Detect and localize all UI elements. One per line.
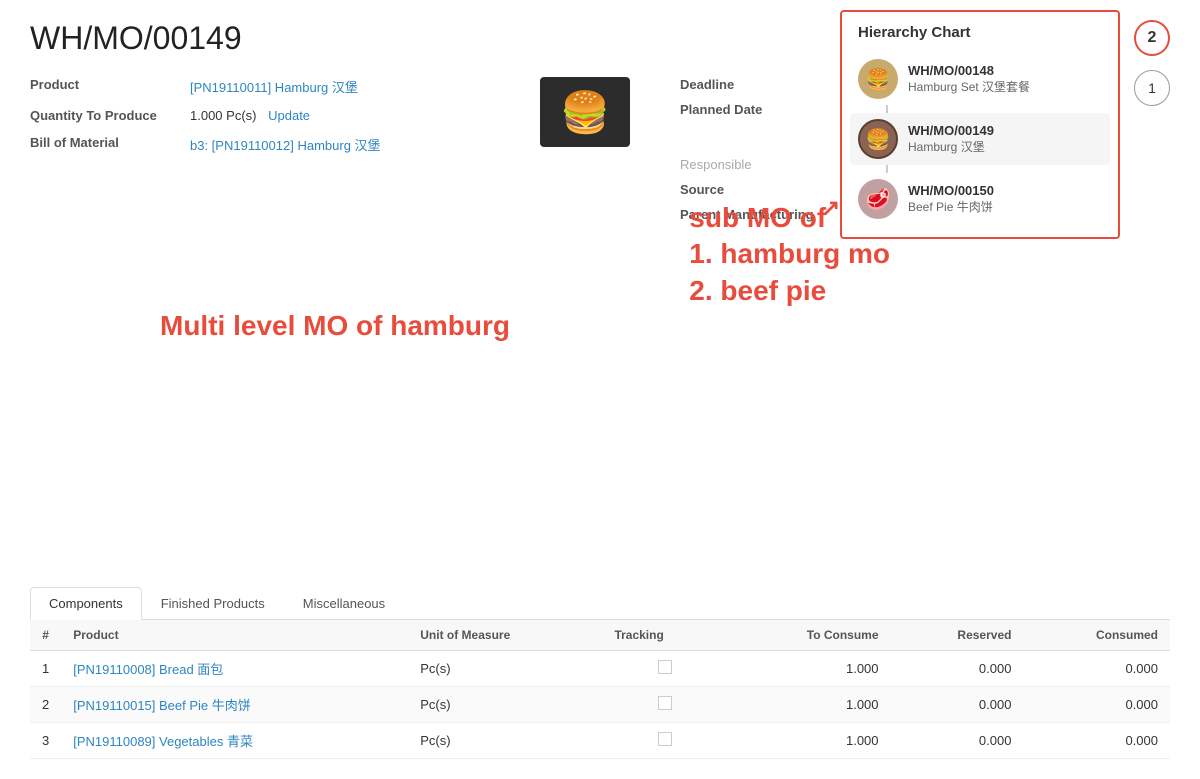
badge-circle-1[interactable]: 1	[1134, 70, 1170, 106]
col-header-tracking: Tracking	[602, 620, 727, 651]
col-header-num: #	[30, 620, 61, 651]
left-fields: Product [PN19110011] Hamburg 汉堡 Quantity…	[30, 77, 520, 232]
row3-reserved: 0.000	[891, 723, 1024, 759]
row2-checkbox[interactable]	[658, 696, 672, 710]
row1-product-link[interactable]: [PN19110008] Bread 面包	[73, 662, 223, 677]
product-value: [PN19110011] Hamburg 汉堡	[190, 77, 358, 96]
hierarchy-connector-2	[886, 165, 888, 173]
row1-to-consume: 1.000	[727, 651, 890, 687]
row1-checkbox[interactable]	[658, 660, 672, 674]
row2-consumed: 0.000	[1023, 687, 1170, 723]
hierarchy-connector-1	[886, 105, 888, 113]
col-header-to-consume: To Consume	[727, 620, 890, 651]
tabs-section: Components Finished Products Miscellaneo…	[30, 587, 1170, 759]
row2-reserved: 0.000	[891, 687, 1024, 723]
col-header-uom: Unit of Measure	[408, 620, 602, 651]
row3-to-consume: 1.000	[727, 723, 890, 759]
hierarchy-item-text-sibling: WH/MO/00150 Beef Pie 牛肉饼	[908, 183, 994, 215]
table-header-row: # Product Unit of Measure Tracking To Co…	[30, 620, 1170, 651]
badge-circle-2[interactable]: 2	[1134, 20, 1170, 56]
bom-value: b3: [PN19110012] Hamburg 汉堡	[190, 135, 381, 154]
tab-components[interactable]: Components	[30, 587, 142, 620]
row3-consumed: 0.000	[1023, 723, 1170, 759]
tabs-row: Components Finished Products Miscellaneo…	[30, 587, 1170, 620]
hierarchy-item-current[interactable]: 🍔 WH/MO/00149 Hamburg 汉堡	[850, 113, 1110, 165]
row1-tracking	[602, 651, 727, 687]
table-row: 2 [PN19110015] Beef Pie 牛肉饼 Pc(s) 1.000 …	[30, 687, 1170, 723]
bom-link[interactable]: b3: [PN19110012] Hamburg 汉堡	[190, 138, 381, 153]
hierarchy-item-text-parent: WH/MO/00148 Hamburg Set 汉堡套餐	[908, 63, 1030, 95]
hierarchy-item-sibling[interactable]: 🥩 WH/MO/00150 Beef Pie 牛肉饼	[858, 173, 1102, 225]
product-label: Product	[30, 77, 190, 92]
row3-num: 3	[30, 723, 61, 759]
hierarchy-item-text-current: WH/MO/00149 Hamburg 汉堡	[908, 123, 994, 155]
row3-checkbox[interactable]	[658, 732, 672, 746]
row2-product-link[interactable]: [PN19110015] Beef Pie 牛肉饼	[73, 698, 251, 713]
tab-finished-products[interactable]: Finished Products	[142, 587, 284, 620]
components-table: # Product Unit of Measure Tracking To Co…	[30, 620, 1170, 759]
col-header-reserved: Reserved	[891, 620, 1024, 651]
hierarchy-item-parent[interactable]: 🍔 WH/MO/00148 Hamburg Set 汉堡套餐	[858, 53, 1102, 105]
col-header-product: Product	[61, 620, 408, 651]
row3-uom: Pc(s)	[408, 723, 602, 759]
row2-product: [PN19110015] Beef Pie 牛肉饼	[61, 687, 408, 723]
deadline-label: Deadline	[680, 77, 840, 92]
table-row: 3 [PN19110089] Vegetables 青菜 Pc(s) 1.000…	[30, 723, 1170, 759]
product-field-row: Product [PN19110011] Hamburg 汉堡	[30, 77, 520, 96]
qty-field-row: Quantity To Produce 1.000 Pc(s) Update	[30, 108, 520, 123]
bom-field-row: Bill of Material b3: [PN19110012] Hambur…	[30, 135, 520, 154]
burger-image: 🍔	[540, 77, 630, 147]
row1-consumed: 0.000	[1023, 651, 1170, 687]
burger-image-area: 🍔	[540, 77, 640, 232]
row2-to-consume: 1.000	[727, 687, 890, 723]
hierarchy-item-img-current: 🍔	[858, 119, 898, 159]
hierarchy-title: Hierarchy Chart	[858, 24, 1102, 41]
table-row: 1 [PN19110008] Bread 面包 Pc(s) 1.000 0.00…	[30, 651, 1170, 687]
row2-uom: Pc(s)	[408, 687, 602, 723]
row2-num: 2	[30, 687, 61, 723]
planned-date-label: Planned Date	[680, 102, 840, 117]
qty-label: Quantity To Produce	[30, 108, 190, 123]
row2-tracking	[602, 687, 727, 723]
tab-miscellaneous[interactable]: Miscellaneous	[284, 587, 404, 620]
row1-product: [PN19110008] Bread 面包	[61, 651, 408, 687]
annotation-sub-mo: sub MO of 1. hamburg mo 2. beef pie	[689, 200, 890, 309]
responsible-label: Responsible	[680, 157, 752, 172]
row1-num: 1	[30, 651, 61, 687]
row3-product-link[interactable]: [PN19110089] Vegetables 青菜	[73, 734, 253, 749]
row3-tracking	[602, 723, 727, 759]
update-link[interactable]: Update	[268, 108, 310, 123]
product-link[interactable]: [PN19110011] Hamburg 汉堡	[190, 80, 358, 95]
multi-level-annotation: Multi level MO of hamburg	[160, 310, 510, 342]
qty-value: 1.000 Pc(s) Update	[190, 108, 310, 123]
col-header-consumed: Consumed	[1023, 620, 1170, 651]
bom-label: Bill of Material	[30, 135, 190, 150]
row1-reserved: 0.000	[891, 651, 1024, 687]
hierarchy-item-img-parent: 🍔	[858, 59, 898, 99]
row3-product: [PN19110089] Vegetables 青菜	[61, 723, 408, 759]
source-label: Source	[680, 182, 840, 197]
row1-uom: Pc(s)	[408, 651, 602, 687]
